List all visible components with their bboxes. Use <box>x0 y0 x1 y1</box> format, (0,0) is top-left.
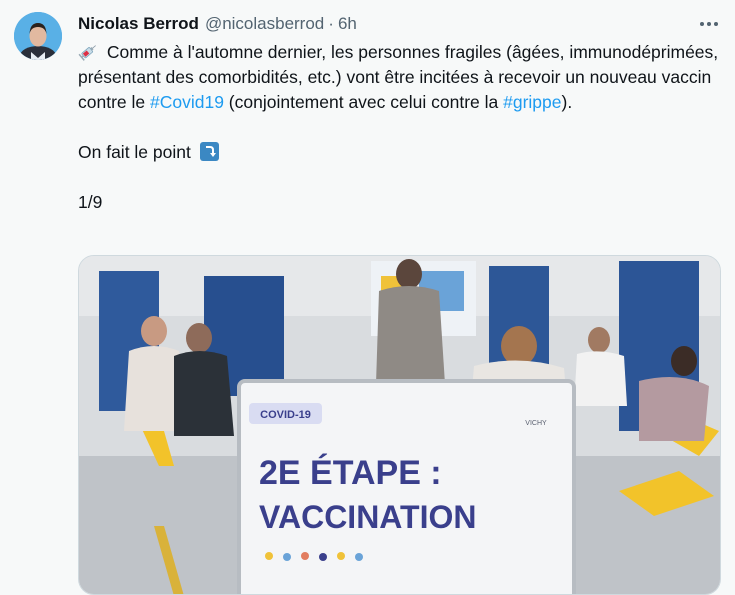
timestamp[interactable]: 6h <box>338 14 357 34</box>
sign-tag: COVID-19 <box>260 409 311 421</box>
author-handle[interactable]: @nicolasberrod <box>205 14 324 34</box>
tweet-paragraph-2: On fait le point <box>78 140 728 165</box>
tweet-paragraph-3: 1/9 <box>78 192 103 212</box>
syringe-icon <box>78 43 98 61</box>
hashtag-covid19[interactable]: #Covid19 <box>150 92 224 112</box>
tweet-paragraph-1: Comme à l'automne dernier, les personnes… <box>78 40 728 115</box>
sign-logo: VICHY <box>525 420 547 427</box>
tweet-header: Nicolas Berrod @nicolasberrod · 6h <box>78 13 357 35</box>
tweet-text-line1-cont: (conjointement avec celui contre la <box>223 92 504 112</box>
tweet-text: Comme à l'automne dernier, les personnes… <box>78 40 728 215</box>
tweet-photo[interactable]: COVID-19 VICHY 2E ÉTAPE : VACCINATION <box>78 255 721 595</box>
author-name[interactable]: Nicolas Berrod <box>78 14 199 34</box>
tweet-text-line2: On fait le point <box>78 142 191 162</box>
hashtag-grippe[interactable]: #grippe <box>503 92 561 112</box>
sign-line-2: VACCINATION <box>259 499 476 535</box>
separator-dot: · <box>328 14 334 33</box>
sign-line-1: 2E ÉTAPE : <box>259 454 442 492</box>
avatar[interactable] <box>14 12 62 60</box>
tweet-text-line1-end: ). <box>561 92 573 112</box>
tweet[interactable]: Nicolas Berrod @nicolasberrod · 6h Comme… <box>0 0 735 595</box>
arrow-curve-down-icon <box>199 142 219 161</box>
more-options-icon[interactable] <box>696 14 722 34</box>
